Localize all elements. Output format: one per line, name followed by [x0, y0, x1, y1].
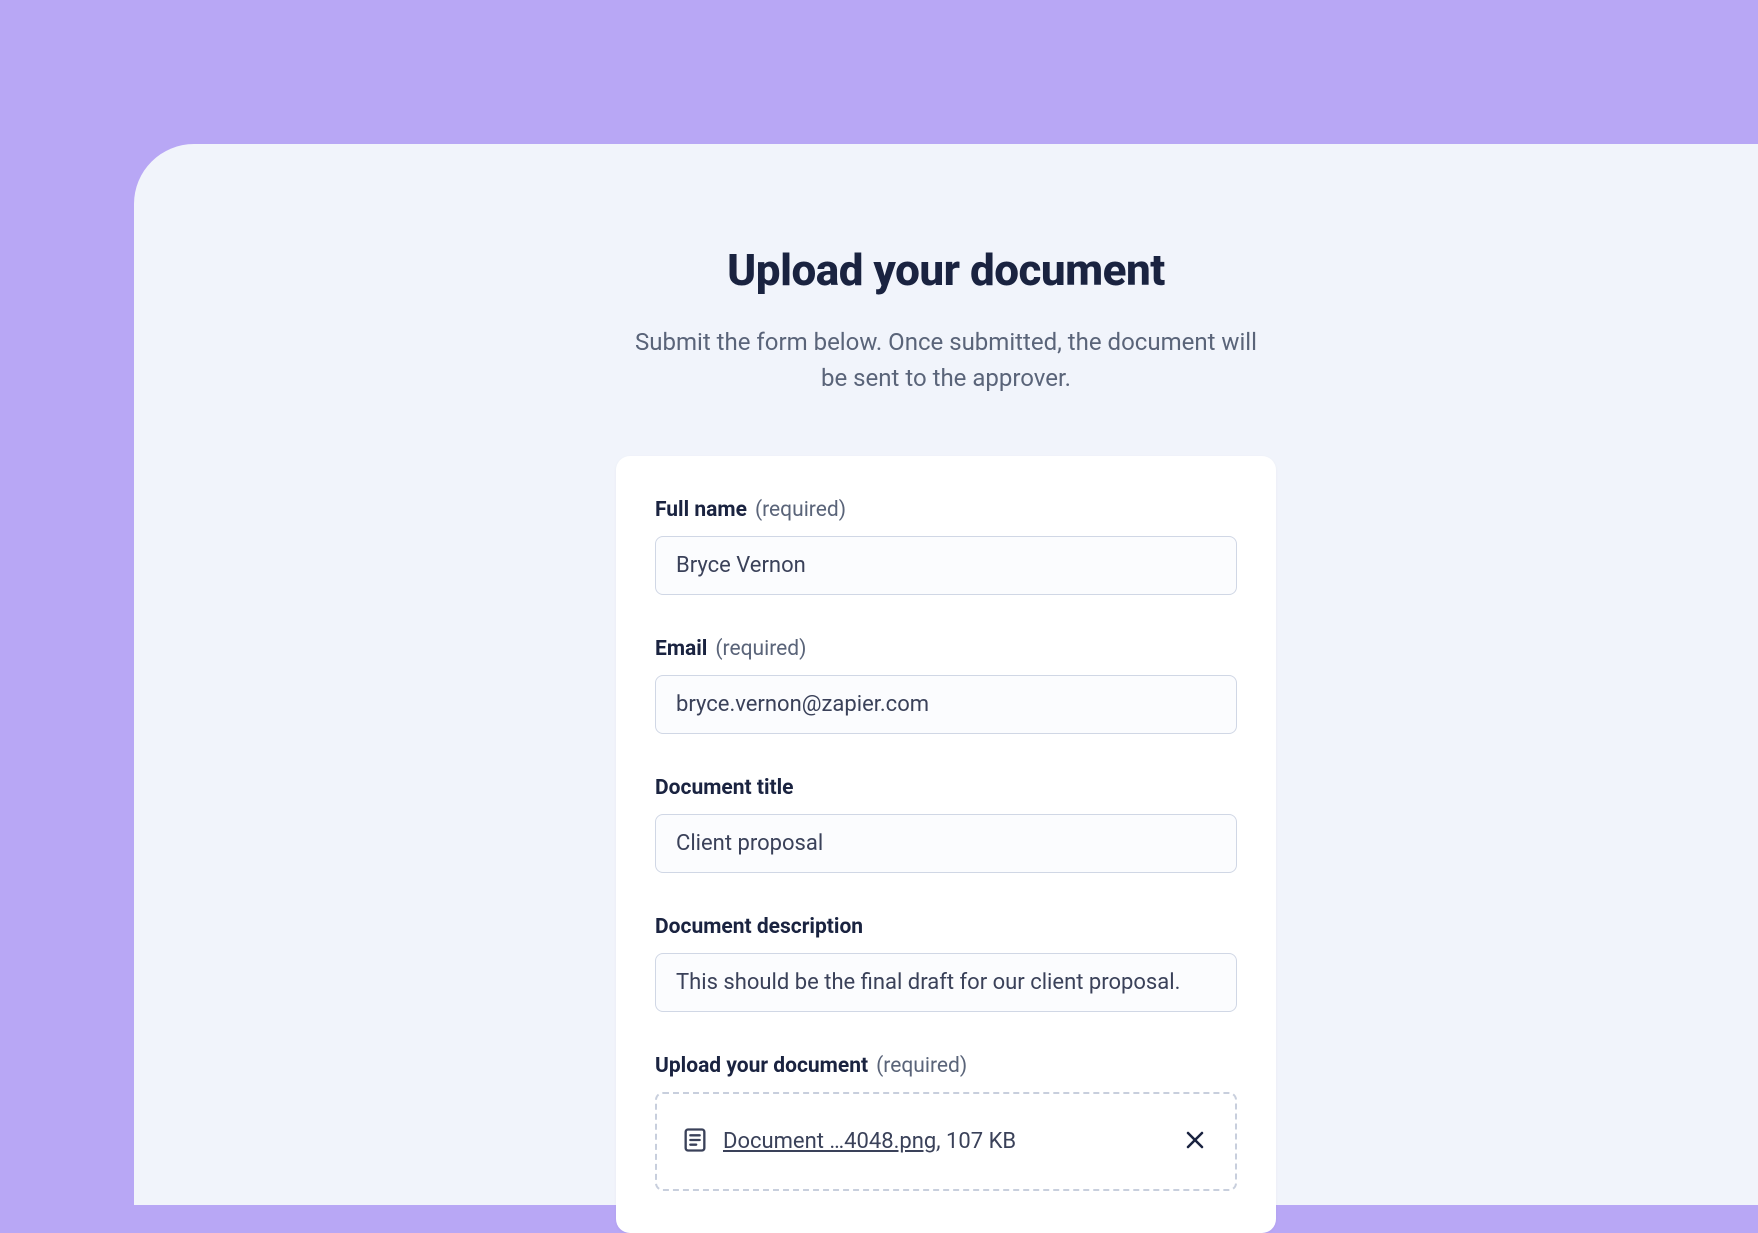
close-icon: [1183, 1128, 1207, 1155]
full-name-input[interactable]: [655, 536, 1237, 595]
remove-file-button[interactable]: [1179, 1124, 1211, 1159]
email-label: Email: [655, 637, 707, 661]
upload-required: (required): [876, 1054, 967, 1078]
form-panel: Upload your document Submit the form bel…: [134, 144, 1758, 1205]
upload-dropzone[interactable]: Document …4048.png, 107 KB: [655, 1092, 1237, 1191]
field-document-description: Document description: [655, 915, 1237, 1012]
document-icon: [681, 1126, 709, 1158]
file-size: 107 KB: [946, 1129, 1016, 1154]
document-title-input[interactable]: [655, 814, 1237, 873]
field-full-name: Full name (required): [655, 498, 1237, 595]
uploaded-file-info: Document …4048.png, 107 KB: [681, 1126, 1016, 1158]
field-label-row: Upload your document (required): [655, 1054, 1237, 1078]
page-title: Upload your document: [727, 244, 1165, 296]
file-separator: ,: [936, 1129, 946, 1154]
field-label-row: Document title: [655, 776, 1237, 800]
field-label-row: Document description: [655, 915, 1237, 939]
upload-label: Upload your document: [655, 1054, 868, 1078]
document-description-label: Document description: [655, 915, 863, 939]
field-upload-document: Upload your document (required) Docume: [655, 1054, 1237, 1191]
full-name-label: Full name: [655, 498, 747, 522]
full-name-required: (required): [755, 498, 846, 522]
file-text: Document …4048.png, 107 KB: [723, 1129, 1016, 1154]
field-email: Email (required): [655, 637, 1237, 734]
email-required: (required): [715, 637, 806, 661]
document-description-input[interactable]: [655, 953, 1237, 1012]
field-document-title: Document title: [655, 776, 1237, 873]
email-input[interactable]: [655, 675, 1237, 734]
page-subtitle: Submit the form below. Once submitted, t…: [626, 324, 1266, 396]
field-label-row: Full name (required): [655, 498, 1237, 522]
form-card: Full name (required) Email (required) Do…: [616, 456, 1276, 1233]
field-label-row: Email (required): [655, 637, 1237, 661]
file-name-link[interactable]: Document …4048.png: [723, 1129, 936, 1154]
document-title-label: Document title: [655, 776, 794, 800]
